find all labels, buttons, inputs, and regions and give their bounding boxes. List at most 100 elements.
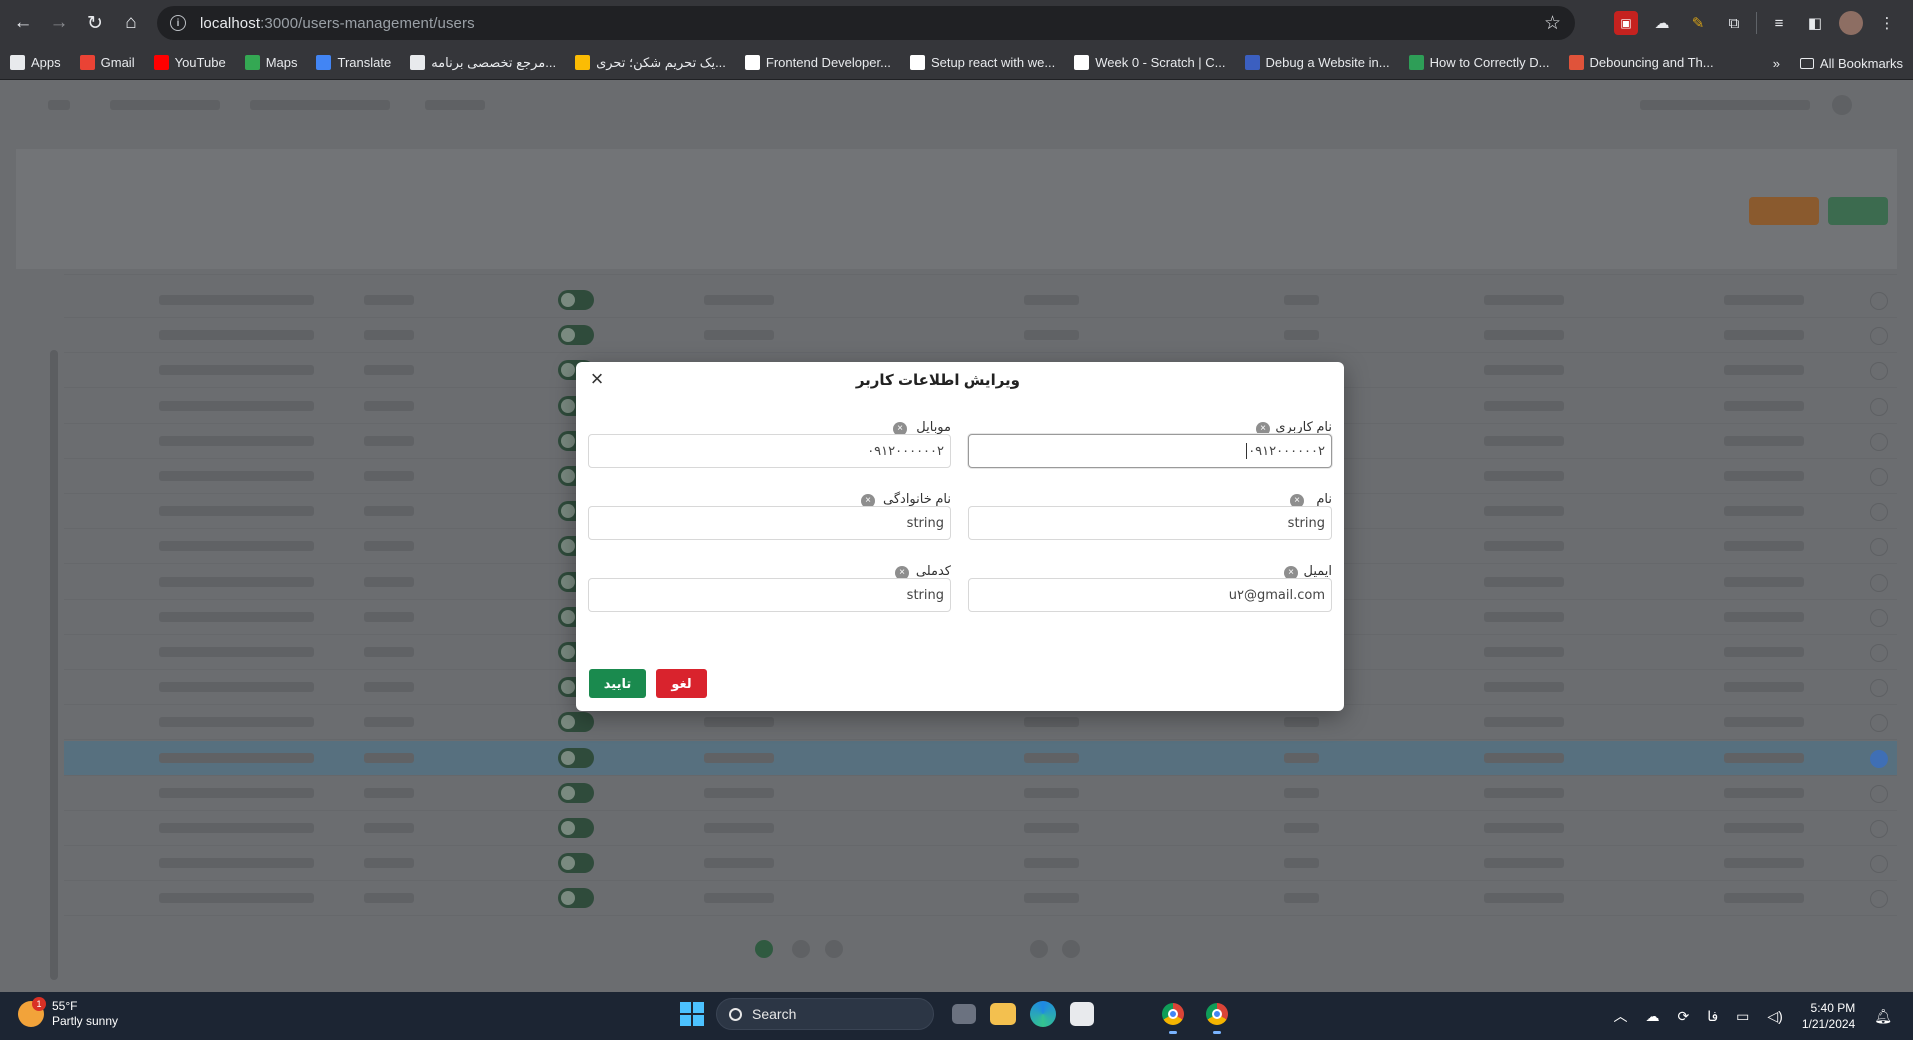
sync-icon[interactable]: ⟳ (1677, 1008, 1689, 1025)
mobile-input[interactable]: ۰۹۱۲۰۰۰۰۰۰۲ (588, 434, 951, 468)
table-cell (364, 611, 414, 622)
home-icon[interactable]: ⌂ (114, 6, 148, 40)
bookmark-item[interactable]: Debouncing and Th... (1568, 55, 1714, 70)
browser-toolbar: ← → ↻ ⌂ i localhost:3000/users-managemen… (0, 0, 1913, 46)
chevron-up-icon[interactable]: ︿ (1613, 1006, 1627, 1026)
table-cell (159, 787, 314, 798)
bookmark-label: Apps (31, 55, 61, 70)
table-cell (704, 717, 774, 728)
table-cell (1024, 295, 1079, 305)
extension-cloud-icon[interactable]: ☁ (1650, 11, 1674, 35)
notification-bell-icon[interactable]: 🔔︎ (1874, 1008, 1892, 1025)
bookmark-item[interactable]: YouTube (153, 55, 226, 70)
task-view-icon[interactable] (952, 1004, 976, 1024)
confirm-button[interactable]: تایید (589, 669, 646, 698)
site-info-icon[interactable]: i (170, 15, 186, 31)
table-cell (1724, 541, 1804, 552)
table-cell (1484, 365, 1564, 376)
apps-grid-icon (10, 55, 25, 70)
header-placeholder (1640, 100, 1810, 110)
extensions-puzzle-icon[interactable]: ⧉ (1722, 11, 1746, 35)
first-name-input[interactable]: string (968, 506, 1332, 540)
media-queue-icon[interactable]: ≡ (1767, 11, 1791, 35)
reload-icon[interactable]: ↻ (78, 6, 112, 40)
bookmark-item[interactable]: Setup react with we... (909, 55, 1055, 70)
back-icon[interactable]: ← (6, 6, 40, 40)
weather-widget[interactable]: 1 55°F Partly sunny (18, 997, 118, 1029)
table-cell (159, 823, 314, 833)
volume-icon[interactable]: ◁) (1767, 1008, 1782, 1025)
username-input[interactable]: ۰۹۱۲۰۰۰۰۰۰۲ (968, 434, 1332, 468)
bookmark-star-icon[interactable]: ☆ (1544, 12, 1561, 35)
row-select-radio (1870, 327, 1888, 346)
chrome-menu-icon[interactable]: ⋮ (1875, 11, 1899, 35)
bookmark-item[interactable]: Debug a Website in... (1244, 55, 1390, 70)
chrome-taskbar-icon[interactable] (1158, 999, 1188, 1034)
app-header (0, 80, 1913, 130)
extension-red-icon[interactable]: ▣ (1614, 11, 1638, 35)
extensions-area: ▣ ☁ ✎ ⧉ ≡ ◧ ⋮ (1608, 0, 1913, 46)
file-explorer-icon[interactable] (990, 1003, 1016, 1025)
url-text[interactable]: localhost:3000/users-management/users (200, 15, 475, 32)
header-placeholder (425, 100, 485, 110)
table-cell (1284, 717, 1319, 728)
status-toggle (558, 747, 594, 768)
table-cell (1724, 682, 1804, 693)
status-toggle (558, 853, 594, 874)
edge-icon[interactable] (1030, 1001, 1056, 1027)
status-toggle (558, 818, 594, 838)
email-input[interactable]: u۲@gmail.com (968, 578, 1332, 612)
table-cell (1724, 787, 1804, 798)
bookmark-item[interactable]: یک تحریم شکن؛ تحری... (575, 55, 726, 71)
bookmark-item[interactable]: Maps (244, 55, 297, 70)
table-cell (1724, 752, 1804, 763)
profile-avatar[interactable] (1839, 11, 1863, 35)
store-icon[interactable] (1070, 1002, 1094, 1026)
national-code-label: کدملی (915, 563, 951, 578)
close-icon[interactable]: × (586, 368, 608, 390)
taskbar-spacer (1114, 999, 1144, 1029)
bookmark-item[interactable]: Translate (316, 55, 391, 70)
chrome-taskbar-icon-2[interactable] (1202, 999, 1232, 1034)
table-cell (1284, 330, 1319, 341)
table-cell (704, 787, 774, 798)
bookmark-label: Frontend Developer... (765, 55, 891, 70)
address-bar[interactable]: i localhost:3000/users-management/users … (157, 6, 1575, 40)
all-bookmarks[interactable]: » All Bookmarks (1773, 46, 1903, 80)
bookmark-item[interactable]: مرجع تخصصی برنامه... (410, 55, 556, 71)
more-bookmarks-icon[interactable]: » (1773, 56, 1780, 71)
cloud-offline-icon[interactable]: ☁ (1645, 1008, 1659, 1025)
forward-icon[interactable]: → (42, 6, 76, 40)
status-toggle (558, 325, 594, 346)
table-cell (1484, 647, 1564, 657)
bookmark-item[interactable]: How to Correctly D... (1408, 55, 1550, 70)
national-code-input[interactable]: string (588, 578, 951, 612)
side-panel-icon[interactable]: ◧ (1803, 11, 1827, 35)
header-placeholder (48, 100, 70, 110)
network-icon[interactable]: ▭ (1736, 1008, 1749, 1025)
header-placeholder (110, 100, 220, 110)
language-indicator[interactable]: فا (1707, 1008, 1718, 1025)
table-cell (1024, 717, 1079, 728)
extension-leaf-icon[interactable]: ✎ (1686, 11, 1710, 35)
bookmarks-bar: Apps Gmail YouTube Maps Translate مرجع تخصصی … (0, 46, 1913, 80)
table-cell (159, 893, 314, 904)
row-select-radio (1870, 644, 1888, 662)
bookmark-item[interactable]: Apps (10, 55, 61, 70)
taskbar-search[interactable]: Search (716, 998, 934, 1030)
table-cell (1484, 858, 1564, 869)
windows-taskbar: 1 55°F Partly sunny Search ︿ ☁ ⟳ فا ▭ ◁) … (0, 992, 1913, 1040)
table-cell (1484, 330, 1564, 341)
windows-start-icon[interactable] (680, 1002, 704, 1026)
bookmark-item[interactable]: Frontend Developer... (744, 55, 891, 70)
table-cell (364, 400, 414, 411)
table-cell (704, 858, 774, 869)
clock[interactable]: 5:40 PM 1/21/2024 (1802, 1000, 1855, 1032)
row-select-radio (1870, 820, 1888, 838)
bookmark-item[interactable]: Gmail (79, 55, 135, 70)
table-cell (364, 295, 414, 305)
cancel-button[interactable]: لغو (656, 669, 707, 698)
last-name-input[interactable]: string (588, 506, 951, 540)
table-cell (1484, 295, 1564, 305)
bookmark-item[interactable]: Week 0 - Scratch | C... (1074, 55, 1226, 70)
